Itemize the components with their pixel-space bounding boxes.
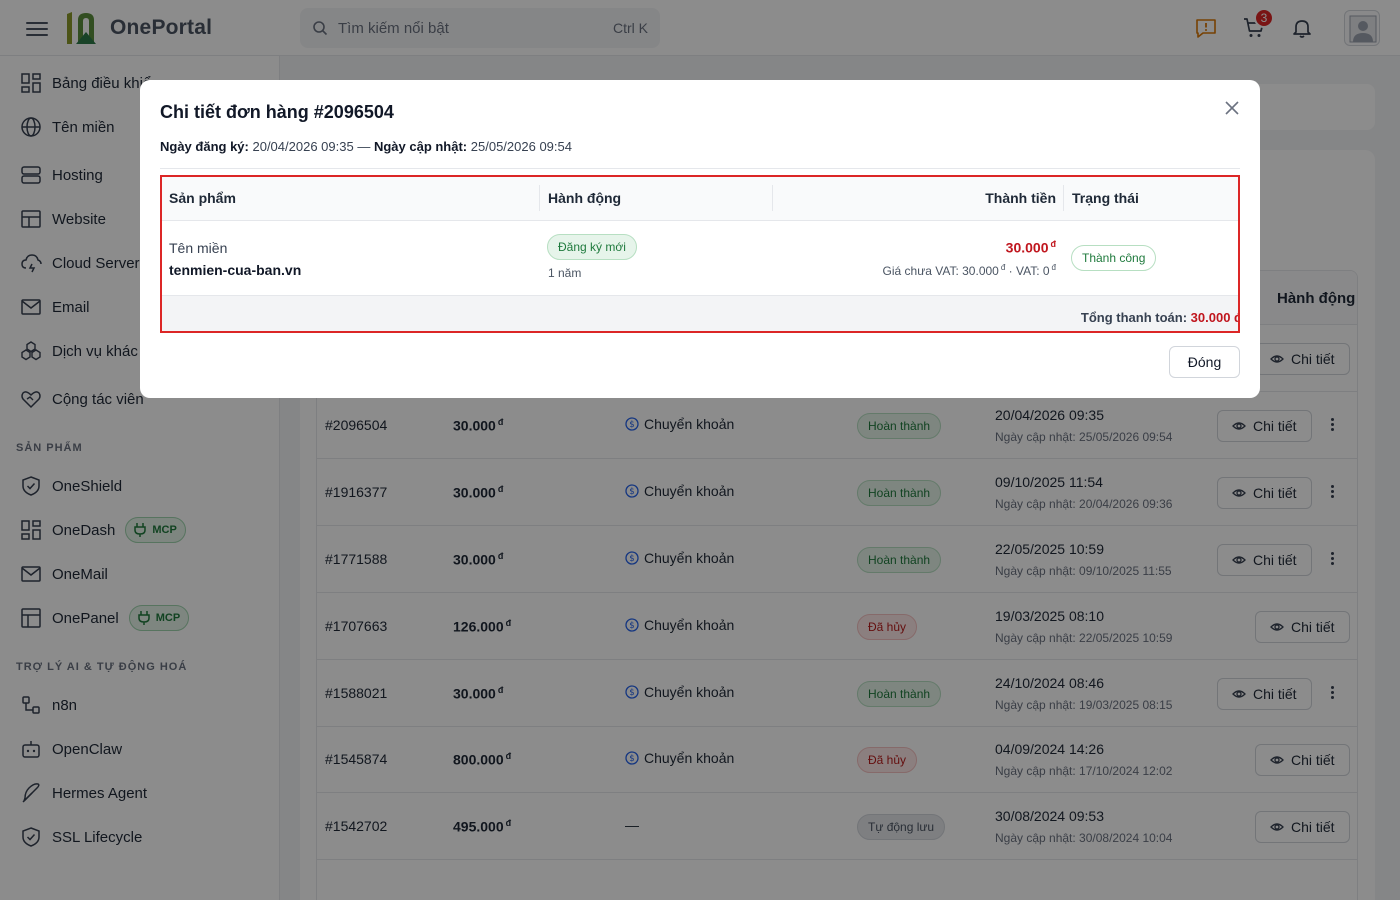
- close-icon[interactable]: [1222, 98, 1242, 118]
- column-header-state: Trạng thái: [1072, 190, 1139, 206]
- product-name: tenmien-cua-ban.vn: [169, 262, 302, 278]
- order-items-table: Sản phẩm Hành động Thành tiền Trạng thái…: [160, 175, 1240, 333]
- reg-date-value: 20/04/2026 09:35: [252, 139, 354, 154]
- column-header-action: Hành động: [548, 190, 622, 206]
- items-table-header: Sản phẩm Hành động Thành tiền Trạng thái: [162, 177, 1238, 221]
- divider: [160, 168, 1240, 169]
- upd-date-value: 25/05/2026 09:54: [470, 139, 572, 154]
- order-detail-modal: Chi tiết đơn hàng #2096504 Ngày đăng ký:…: [140, 80, 1260, 398]
- upd-date-label: Ngày cập nhật:: [373, 139, 468, 154]
- column-divider: [539, 185, 540, 211]
- price-breakdown: Giá chưa VAT: 30.000 đ · VAT: 0đ: [882, 263, 1056, 278]
- items-table-footer: Tổng thanh toán: 30.000 đ: [162, 296, 1240, 331]
- column-divider: [772, 185, 773, 211]
- modal-title: Chi tiết đơn hàng #2096504: [160, 102, 394, 122]
- item-price: 30.000 đ: [1005, 239, 1056, 256]
- date-separator: —: [357, 139, 371, 154]
- order-dates: Ngày đăng ký: 20/04/2026 09:35 — Ngày cậ…: [160, 139, 572, 154]
- product-type: Tên miền: [169, 240, 228, 256]
- term-text: 1 năm: [548, 266, 582, 280]
- reg-date-label: Ngày đăng ký:: [160, 139, 249, 154]
- action-badge: Đăng ký mới: [547, 234, 637, 260]
- total-value: 30.000 đ: [1190, 310, 1240, 325]
- order-item-row: Tên miền tenmien-cua-ban.vn Đăng ký mới …: [162, 221, 1238, 296]
- state-badge: Thành công: [1071, 245, 1157, 271]
- column-header-amount: Thành tiền: [985, 190, 1056, 206]
- close-button[interactable]: Đóng: [1169, 346, 1240, 378]
- column-header-product: Sản phẩm: [169, 190, 236, 206]
- total-payment: Tổng thanh toán: 30.000 đ: [1080, 310, 1240, 325]
- column-divider: [1063, 185, 1064, 211]
